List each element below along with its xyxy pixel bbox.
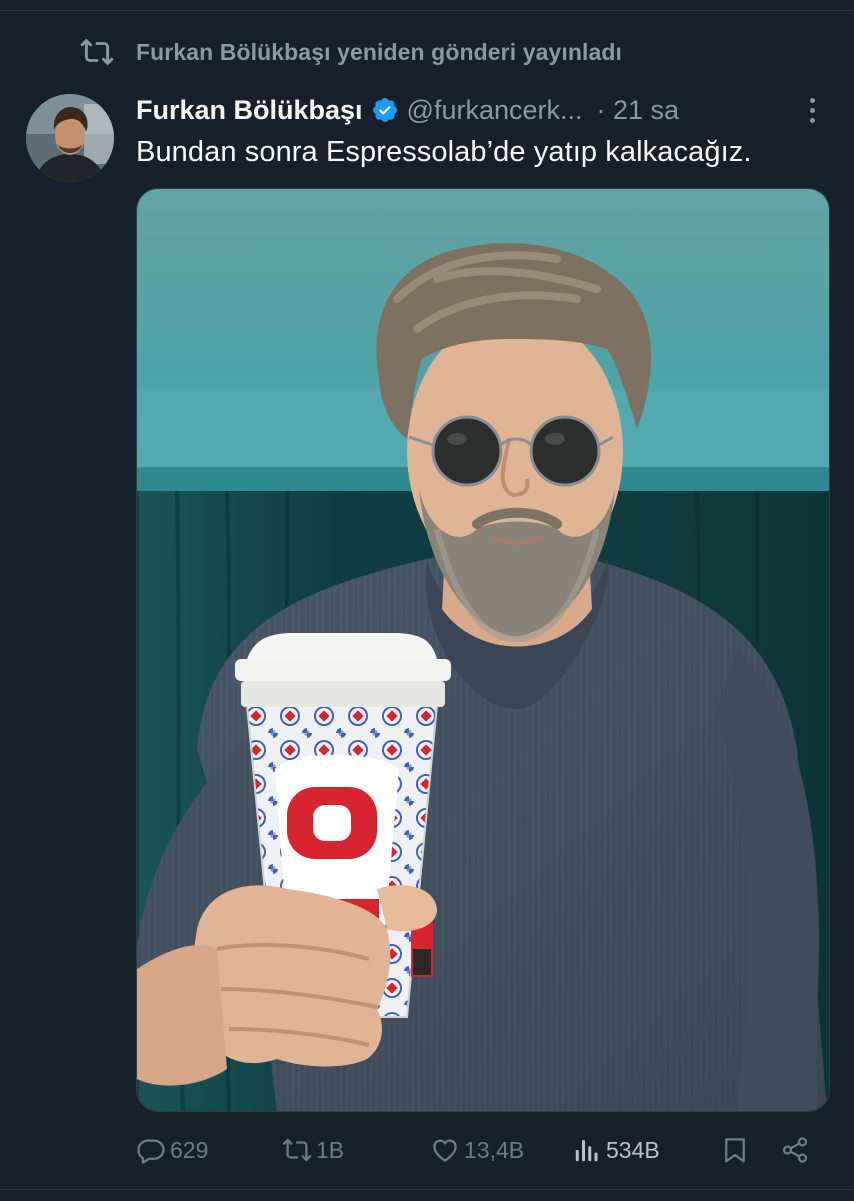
- bookmark-button[interactable]: [720, 1128, 754, 1172]
- more-options-icon[interactable]: [798, 92, 826, 128]
- author-handle[interactable]: @furkancerk...: [407, 95, 583, 126]
- verified-badge-icon: [372, 98, 397, 122]
- avatar-image: [26, 94, 114, 182]
- repost-icon: [282, 1138, 312, 1162]
- heart-icon: [433, 1139, 457, 1162]
- share-button[interactable]: [780, 1128, 814, 1172]
- like-button[interactable]: 13,4B: [430, 1128, 524, 1172]
- tweet-photo[interactable]: [136, 188, 830, 1112]
- like-count: 13,4B: [464, 1136, 525, 1163]
- share-icon: [782, 1137, 808, 1163]
- tweet-text: Bundan sonra Espressolab’de yatıp kalkac…: [136, 136, 752, 168]
- bookmark-icon: [725, 1138, 745, 1163]
- top-divider: [0, 0, 854, 11]
- photo-man-holding-coffee-cup: [137, 189, 829, 1111]
- repost-count: 1B: [316, 1136, 345, 1163]
- author-name[interactable]: Furkan Bölükbaşı: [136, 95, 363, 126]
- views-button[interactable]: 534B: [572, 1128, 660, 1172]
- author-avatar[interactable]: [26, 94, 114, 182]
- reply-count: 629: [170, 1136, 209, 1163]
- reply-icon: [137, 1139, 165, 1164]
- repost-icon: [80, 39, 114, 65]
- views-count: 534B: [606, 1136, 660, 1163]
- bottom-divider: [0, 1189, 854, 1201]
- repost-button[interactable]: 1B: [282, 1128, 344, 1172]
- views-chart-icon: [575, 1140, 598, 1162]
- tweet-timestamp[interactable]: · 21 sa: [597, 95, 680, 126]
- tweet-actions-bar: 629 1B 13,4B 534B: [136, 1128, 816, 1172]
- tweet-header: Furkan Bölükbaşı @furkancerk... · 21 sa: [136, 88, 679, 132]
- repost-text: Furkan Bölükbaşı yeniden gönderi yayınla…: [136, 38, 623, 65]
- reply-button[interactable]: 629: [136, 1128, 208, 1172]
- repost-context[interactable]: Furkan Bölükbaşı yeniden gönderi yayınla…: [80, 32, 622, 72]
